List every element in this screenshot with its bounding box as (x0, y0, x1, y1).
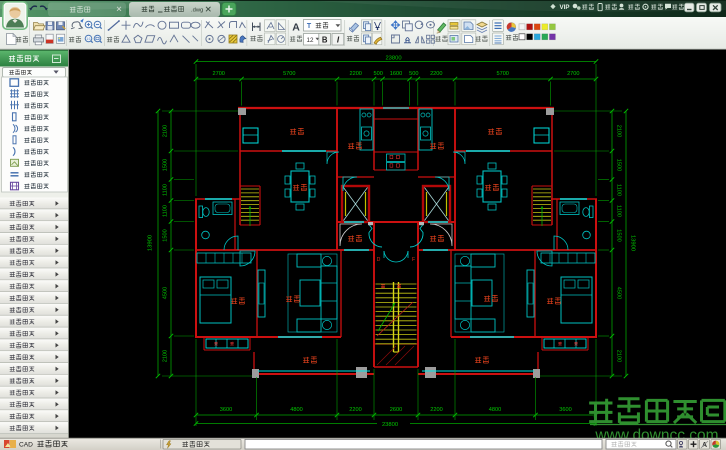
svg-text:1100: 1100 (163, 205, 169, 217)
svg-text:B: B (322, 36, 328, 45)
svg-text:1600: 1600 (390, 71, 402, 77)
svg-text:2700: 2700 (212, 71, 224, 77)
svg-text:4500: 4500 (616, 287, 622, 299)
svg-text:.dwg: .dwg (191, 7, 203, 13)
svg-text:1100: 1100 (163, 184, 169, 196)
svg-text:1:1: 1:1 (86, 37, 91, 41)
svg-text:D: D (377, 257, 381, 263)
svg-text:2200: 2200 (349, 71, 361, 77)
svg-text:12: 12 (306, 37, 314, 44)
svg-text:4800: 4800 (489, 407, 501, 413)
svg-text:1100: 1100 (616, 184, 622, 196)
svg-text:CAD: CAD (19, 441, 33, 448)
svg-text:5700: 5700 (496, 71, 508, 77)
svg-text:2200: 2200 (430, 71, 442, 77)
svg-text:13900: 13900 (630, 235, 636, 251)
svg-text:3600: 3600 (220, 407, 232, 413)
svg-text:2100: 2100 (616, 125, 622, 137)
svg-text:2100: 2100 (163, 350, 169, 362)
svg-text:1100: 1100 (616, 205, 622, 217)
svg-text:T: T (307, 23, 312, 30)
svg-text:2200: 2200 (430, 407, 442, 413)
svg-text:5700: 5700 (283, 71, 295, 77)
svg-text:1500: 1500 (616, 159, 622, 171)
svg-text:1500: 1500 (163, 159, 169, 171)
svg-text:1500: 1500 (163, 229, 169, 241)
svg-text:13900: 13900 (148, 235, 154, 251)
svg-text:4500: 4500 (163, 287, 169, 299)
svg-text:500: 500 (409, 71, 418, 77)
svg-text:2100: 2100 (163, 125, 169, 137)
svg-text:23800: 23800 (385, 56, 401, 62)
svg-text:2600: 2600 (390, 407, 402, 413)
svg-text:2200: 2200 (349, 407, 361, 413)
svg-text:A: A (292, 22, 300, 34)
svg-text:4800: 4800 (290, 407, 302, 413)
svg-text:1500: 1500 (616, 229, 622, 241)
svg-text:F: F (412, 257, 415, 263)
svg-text:VIP: VIP (560, 4, 570, 11)
svg-text:2100: 2100 (616, 350, 622, 362)
svg-text:500: 500 (374, 71, 383, 77)
svg-text:3600: 3600 (559, 407, 571, 413)
svg-text:2700: 2700 (567, 71, 579, 77)
svg-text:23800: 23800 (382, 422, 398, 428)
